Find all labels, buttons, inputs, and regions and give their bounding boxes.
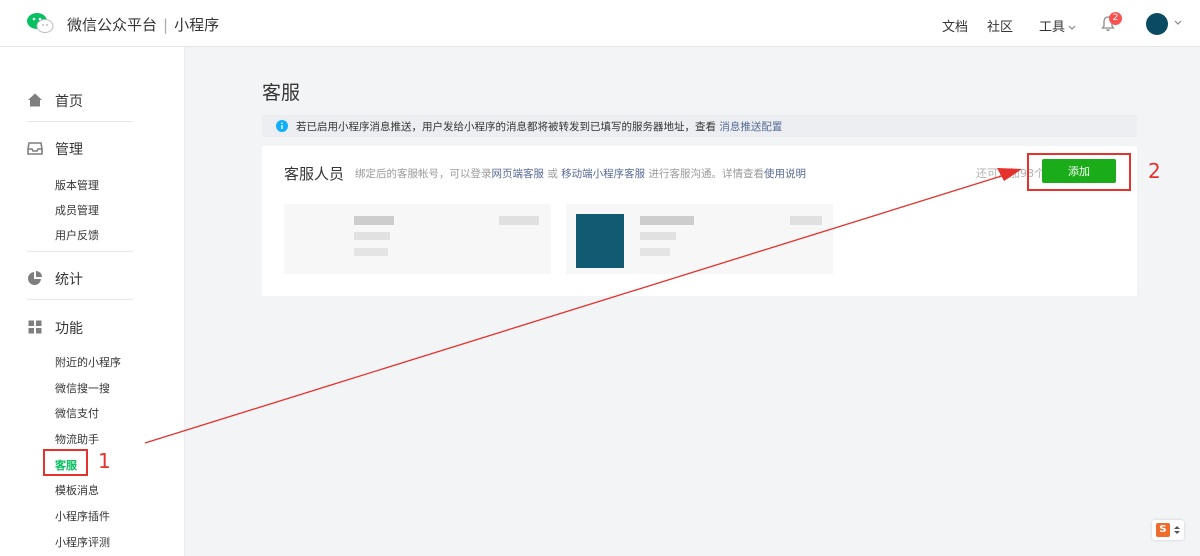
info-icon (276, 120, 288, 132)
wechat-logo-icon[interactable] (26, 11, 54, 35)
sidebar (0, 47, 185, 556)
usage-guide-link[interactable]: 使用说明 (764, 168, 806, 180)
input-method-logo-icon: S (1156, 523, 1170, 537)
notice-message: 若已启用小程序消息推送，用户发给小程序的消息都将被转发到已填写的服务器地址，查看 (296, 121, 720, 133)
sidebar-item-version-management[interactable]: 版本管理 (55, 177, 99, 193)
blurred-name (640, 216, 694, 225)
blurred-text (499, 216, 539, 225)
page-title: 客服 (262, 82, 301, 104)
grid-icon (28, 320, 42, 334)
desc-middle: 进行客服沟通。详情查看 (645, 168, 765, 180)
chevron-down-icon (1174, 526, 1180, 534)
blurred-text (354, 248, 388, 256)
sidebar-item-logistics-assistant[interactable]: 物流助手 (55, 431, 99, 447)
agent-card[interactable] (566, 204, 833, 274)
top-header: 微信公众平台 | 小程序 文档 社区 工具 2 (0, 0, 1200, 47)
message-push-config-link[interactable]: 消息推送配置 (719, 121, 782, 133)
blurred-name (354, 216, 394, 225)
sidebar-divider (27, 299, 133, 300)
pie-chart-icon (28, 271, 42, 285)
sidebar-item-user-feedback[interactable]: 用户反馈 (55, 227, 99, 243)
sidebar-group-label: 首页 (55, 94, 83, 110)
sidebar-group-label: 管理 (55, 142, 83, 158)
sidebar-item-template-messages[interactable]: 模板消息 (55, 482, 99, 498)
notice-text: 若已启用小程序消息推送，用户发给小程序的消息都将被转发到已填写的服务器地址，查看… (296, 119, 782, 134)
chevron-down-icon (1068, 25, 1076, 30)
add-agent-button[interactable]: 添加 (1042, 159, 1116, 183)
mobile-customer-service-link[interactable]: 移动端小程序客服 (561, 168, 645, 180)
remaining-count: 还可添加98个 (976, 167, 1045, 180)
avatar[interactable] (1146, 13, 1168, 35)
sidebar-divider (27, 251, 133, 252)
sidebar-divider (27, 121, 133, 122)
sidebar-item-wechat-search[interactable]: 微信搜一搜 (55, 380, 110, 396)
nav-community-link[interactable]: 社区 (987, 16, 1013, 35)
product-name: 小程序 (174, 16, 220, 34)
nav-tools-menu[interactable]: 工具 (1039, 16, 1076, 35)
web-customer-service-link[interactable]: 网页端客服 (492, 168, 545, 180)
sidebar-item-member-management[interactable]: 成员管理 (55, 202, 99, 218)
sidebar-item-nearby-miniprogram[interactable]: 附近的小程序 (55, 354, 121, 370)
notification-badge: 2 (1109, 12, 1122, 25)
blurred-avatar (576, 214, 624, 268)
agent-card[interactable] (284, 204, 551, 274)
annotation-step-1: 1 (98, 449, 111, 473)
sidebar-item-wechat-pay[interactable]: 微信支付 (55, 405, 99, 421)
brand-separator: | (163, 16, 169, 34)
nav-tools-label: 工具 (1039, 20, 1066, 35)
annotation-step-2: 2 (1148, 159, 1161, 183)
card-title: 客服人员 (284, 165, 345, 183)
sidebar-group-label: 统计 (55, 272, 83, 288)
nav-docs-link[interactable]: 文档 (942, 16, 968, 35)
blurred-text (640, 248, 670, 256)
input-method-widget[interactable]: S (1152, 520, 1184, 540)
blurred-text (354, 232, 390, 240)
sidebar-group-label: 功能 (55, 321, 83, 337)
account-chevron-down-icon[interactable] (1174, 20, 1182, 26)
sidebar-item-customer-service[interactable]: 客服 (55, 457, 77, 473)
inbox-icon (27, 142, 43, 155)
desc-prefix: 绑定后的客服帐号，可以登录 (355, 168, 492, 180)
platform-title[interactable]: 微信公众平台 | 小程序 (67, 14, 219, 35)
blurred-text (640, 232, 676, 240)
desc-or: 或 (544, 168, 562, 180)
notice-bar: 若已启用小程序消息推送，用户发给小程序的消息都将被转发到已填写的服务器地址，查看… (262, 115, 1137, 137)
brand-name: 微信公众平台 (67, 16, 158, 34)
card-description: 绑定后的客服帐号，可以登录网页端客服 或 移动端小程序客服 进行客服沟通。详情查… (355, 166, 806, 181)
customer-service-card: 客服人员 绑定后的客服帐号，可以登录网页端客服 或 移动端小程序客服 进行客服沟… (262, 146, 1137, 296)
home-icon (28, 93, 42, 107)
blurred-text (790, 216, 822, 225)
sidebar-item-miniprogram-plugins[interactable]: 小程序插件 (55, 508, 110, 524)
sidebar-item-miniprogram-review[interactable]: 小程序评测 (55, 534, 110, 550)
